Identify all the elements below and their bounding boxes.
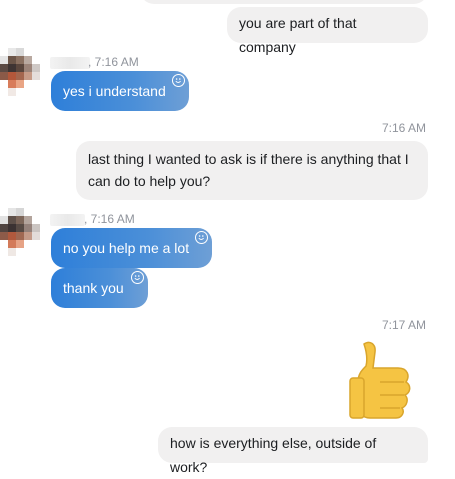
thumbs-up-icon[interactable] [346, 338, 422, 422]
message-text: last thing I wanted to ask is if there i… [88, 151, 409, 189]
sender-name-redacted [50, 57, 90, 69]
time-divider: 7:17 AM [382, 318, 427, 332]
sender-name-redacted [50, 214, 85, 226]
outgoing-message[interactable]: last thing I wanted to ask is if there i… [76, 141, 428, 200]
message-time: , 7:16 AM [88, 55, 139, 69]
message-text: how is everything else, outside of work? [170, 435, 377, 475]
message-text: thank you [63, 280, 124, 296]
message-text: you are part of that company [239, 15, 357, 55]
sender-avatar[interactable] [0, 48, 40, 96]
smiley-react-icon[interactable] [172, 74, 185, 87]
outgoing-message[interactable]: you are part of that company [227, 7, 428, 55]
incoming-message[interactable]: no you help me a lot [51, 228, 212, 268]
outgoing-message[interactable]: how is everything else, outside of work? [158, 427, 428, 475]
sender-avatar[interactable] [0, 208, 40, 256]
smiley-react-icon[interactable] [131, 271, 144, 284]
time-divider: 7:16 AM [382, 121, 427, 135]
message-time: , 7:16 AM [84, 212, 135, 226]
clipped-message-bubble [140, 0, 428, 4]
incoming-message[interactable]: yes i understand [51, 71, 189, 111]
smiley-react-icon[interactable] [195, 231, 208, 244]
message-text: yes i understand [63, 83, 166, 99]
message-text: no you help me a lot [63, 240, 190, 256]
